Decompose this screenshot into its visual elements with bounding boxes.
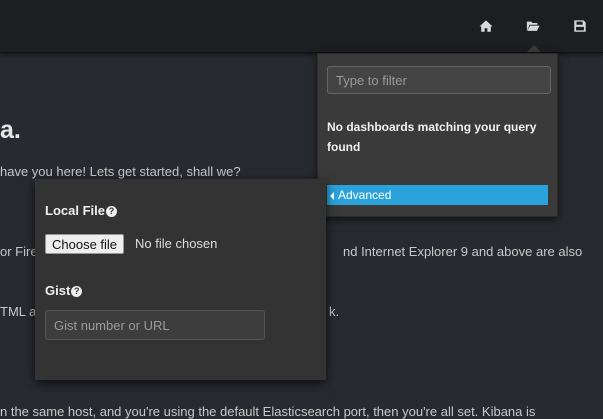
browser-text-right: nd Internet Explorer 9 and above are als… <box>343 244 583 259</box>
intro-text: have you here! Lets get started, shall w… <box>0 164 241 179</box>
choose-file-button[interactable]: Choose file <box>45 234 125 254</box>
advanced-load-panel: Local File? Choose file No file chosen G… <box>35 179 326 380</box>
open-dashboard-button[interactable] <box>521 14 545 38</box>
html-text-right: k. <box>329 304 340 319</box>
dropdown-caret <box>527 45 541 52</box>
no-dashboards-message: No dashboards matching your query found <box>327 120 537 154</box>
advanced-label: Advanced <box>338 188 392 202</box>
browser-text-left: or Fire <box>0 244 38 259</box>
html-text-left: TML a <box>0 304 37 319</box>
home-icon <box>479 20 493 32</box>
home-button[interactable] <box>474 14 498 38</box>
dashboard-filter-input[interactable] <box>327 66 551 94</box>
caret-left-icon <box>330 191 334 200</box>
question-circle-icon[interactable]: ? <box>71 286 83 297</box>
gist-heading: Gist? <box>45 283 83 298</box>
local-file-label: Local File <box>45 203 105 218</box>
folder-open-icon <box>526 21 540 31</box>
question-circle-icon[interactable]: ? <box>105 206 117 217</box>
gist-input[interactable] <box>45 310 265 340</box>
save-dashboard-button[interactable] <box>568 14 592 38</box>
no-file-chosen-text: No file chosen <box>135 236 218 251</box>
top-navbar <box>0 0 603 53</box>
gist-label: Gist <box>45 283 71 298</box>
local-file-heading: Local File? <box>45 203 117 218</box>
page-title-fragment: a. <box>0 116 21 144</box>
save-icon <box>574 20 586 32</box>
advanced-toggle[interactable]: Advanced <box>327 185 548 205</box>
load-dashboard-dropdown: No dashboards matching your query found … <box>317 53 558 217</box>
